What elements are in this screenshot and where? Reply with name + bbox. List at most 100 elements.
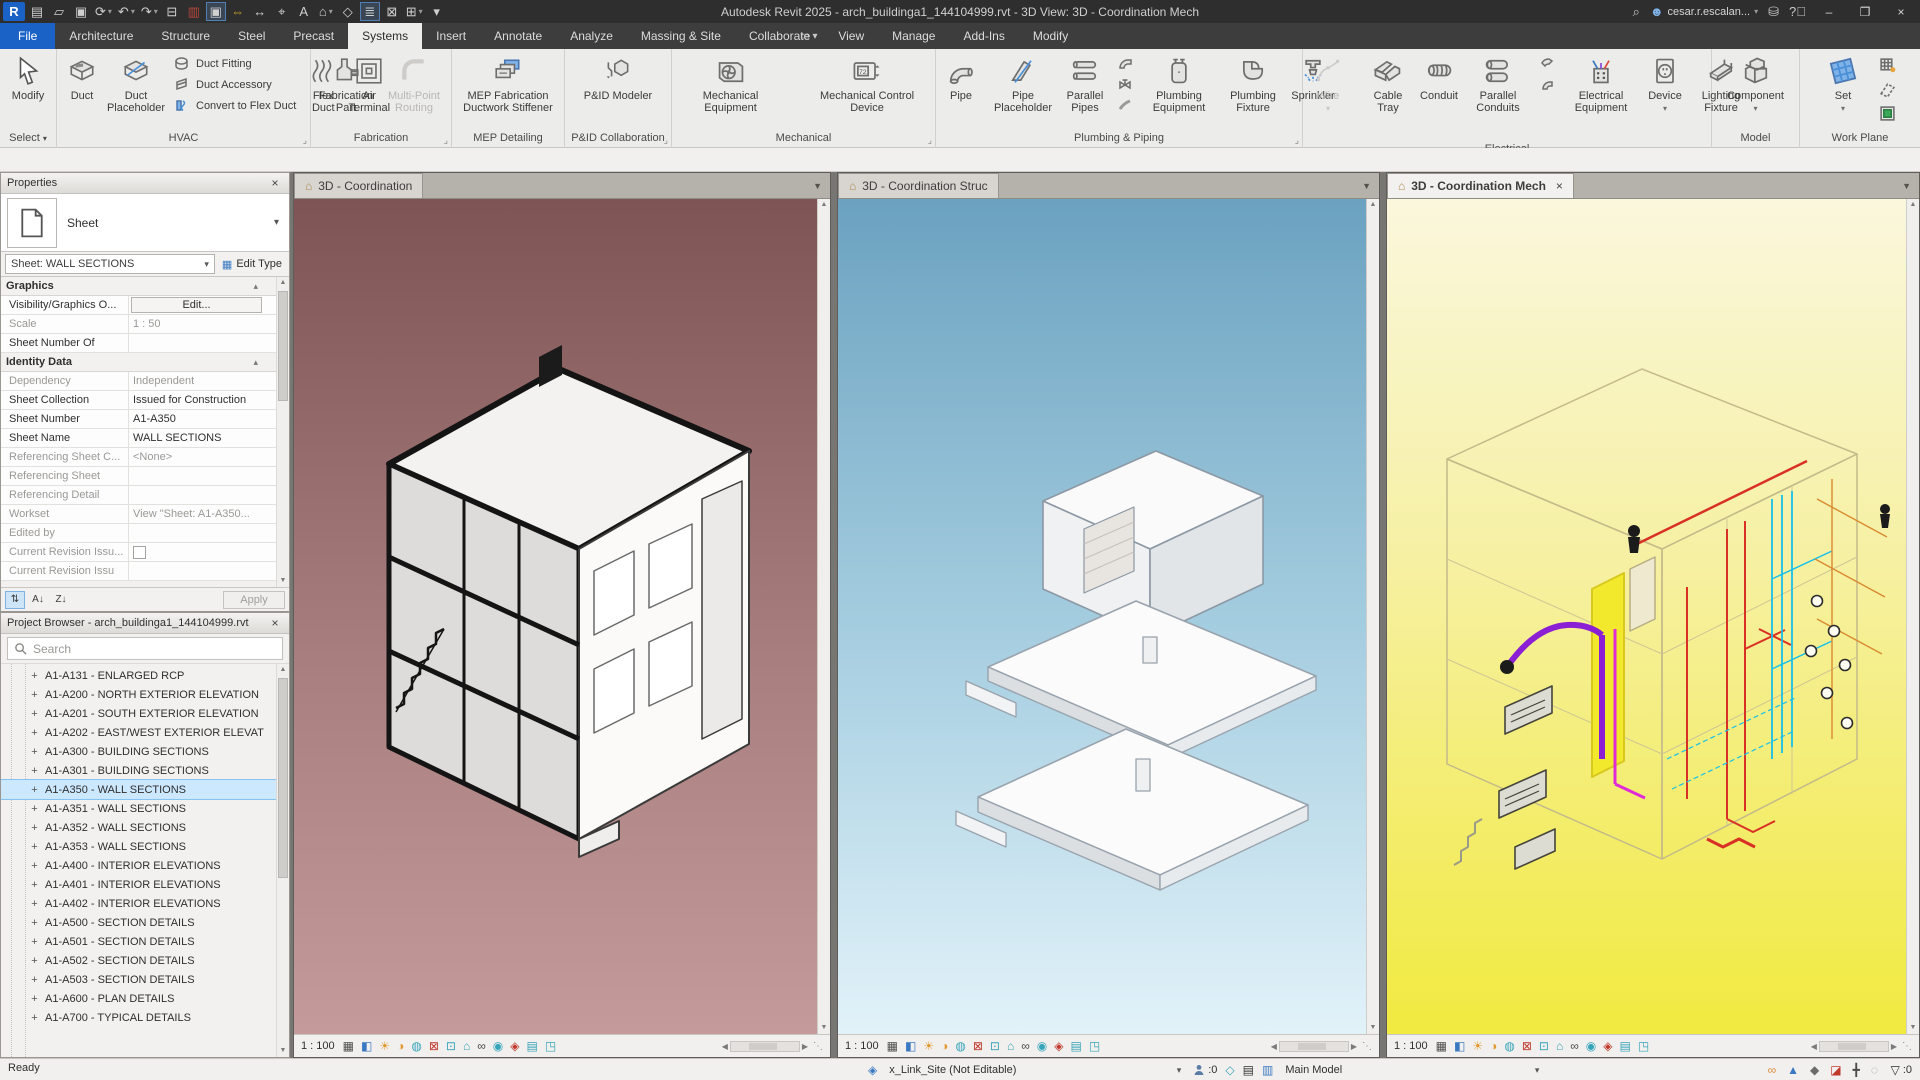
scroll-down-icon[interactable]: ▼ [1367, 1022, 1379, 1034]
displacement-icon[interactable]: ◳ [1638, 1040, 1649, 1052]
horizontal-scrollbar[interactable] [729, 1040, 800, 1052]
expand-icon[interactable] [29, 936, 40, 948]
temporary-hide-isolate-icon[interactable]: ∞ [477, 1040, 486, 1052]
temporary-view-properties-icon[interactable]: ▤ [1619, 1040, 1630, 1052]
worksharing-display-icon[interactable]: ◈ [510, 1040, 519, 1052]
close-icon[interactable]: × [267, 616, 283, 630]
sheet-item[interactable]: A1-A200 - NORTH EXTERIOR ELEVATION [1, 685, 276, 704]
switch-windows-icon[interactable]: ⊞ [404, 2, 425, 21]
tab-precast[interactable]: Precast [279, 23, 348, 49]
resize-grip-icon[interactable]: ⋱ [813, 1041, 823, 1052]
crop-view-icon[interactable]: ⊠ [1522, 1040, 1532, 1052]
view-scale[interactable]: 1 : 100 [1394, 1040, 1428, 1052]
filter-icon[interactable]: ▽ [1891, 1064, 1900, 1076]
browser-search-input[interactable]: Search [7, 637, 283, 660]
chevron-down-icon[interactable]: ▾ [274, 217, 283, 228]
expand-icon[interactable] [29, 879, 40, 891]
collapse-icon[interactable]: ▴ [253, 353, 258, 372]
show-work-plane-icon[interactable] [1877, 56, 1897, 74]
scroll-up-icon[interactable]: ▲ [818, 199, 830, 211]
panel-footer-work-plane[interactable]: Work Plane [1800, 131, 1920, 148]
panel-footer-plumbing[interactable]: Plumbing & Piping ⌟ [936, 131, 1302, 148]
temporary-hide-isolate-icon[interactable]: ∞ [1570, 1040, 1579, 1052]
section-graphics[interactable]: Graphics ▴ [1, 277, 276, 296]
multi-point-routing-button[interactable]: Multi-Point Routing [379, 52, 449, 114]
pipe-accessory-icon[interactable] [1115, 75, 1135, 93]
scrollbar-thumb[interactable] [278, 678, 288, 878]
expand-icon[interactable] [29, 898, 40, 910]
select-pinned-elements-icon[interactable]: ◆ [1810, 1064, 1819, 1076]
tab-insert[interactable]: Insert [422, 23, 480, 49]
help-icon[interactable]: ?⃝ [1789, 4, 1806, 19]
sheet-item[interactable]: A1-A353 - WALL SECTIONS [1, 837, 276, 856]
account-menu[interactable]: ☻ cesar.r.escalan... ▾ [1650, 4, 1758, 19]
default-3d-view-icon[interactable]: ⌂ [316, 2, 336, 21]
panel-footer-mep-detailing[interactable]: MEP Detailing [452, 131, 564, 148]
section-icon[interactable]: ◇ [338, 2, 358, 21]
collapse-icon[interactable]: ▴ [253, 277, 258, 296]
electrical-equipment-button[interactable]: Electrical Equipment [1565, 52, 1637, 114]
tab-view[interactable]: View [824, 23, 878, 49]
conduit-button[interactable]: Conduit [1416, 52, 1462, 102]
vertical-scrollbar[interactable]: ▲ ▼ [1906, 199, 1919, 1034]
scroll-up-icon[interactable]: ▲ [1367, 199, 1379, 211]
expand-icon[interactable] [29, 917, 40, 929]
expand-icon[interactable] [29, 765, 40, 777]
reveal-hidden-elements-icon[interactable]: ◉ [493, 1040, 503, 1052]
detail-level-icon[interactable]: ▦ [887, 1040, 898, 1052]
horizontal-scrollbar[interactable] [1278, 1040, 1349, 1052]
unlock-3d-view-icon[interactable]: ⌂ [1007, 1040, 1014, 1052]
scroll-up-icon[interactable]: ▲ [277, 277, 289, 289]
dialog-launcher-icon[interactable]: ⌟ [1295, 133, 1299, 148]
property-row-sheet-collection[interactable]: Sheet Collection Issued for Construction [1, 391, 276, 410]
customize-qat-icon[interactable]: ▾ [427, 2, 447, 21]
expand-icon[interactable] [29, 708, 40, 720]
view-tab-menu-icon[interactable]: ▼ [1894, 181, 1919, 191]
sort-ascending-icon[interactable]: A↓ [28, 591, 48, 609]
expand-icon[interactable] [29, 746, 40, 758]
sheet-item[interactable]: A1-A300 - BUILDING SECTIONS [1, 742, 276, 761]
horizontal-scrollbar[interactable] [1818, 1040, 1889, 1052]
revit-logo[interactable]: R [3, 2, 25, 21]
unlock-3d-view-icon[interactable]: ⌂ [1556, 1040, 1563, 1052]
property-row-current-revision-issued[interactable]: Current Revision Issu... [1, 543, 276, 562]
property-row-referencing-sheet-c[interactable]: Referencing Sheet C... <None> [1, 448, 276, 467]
app-store-icon[interactable]: ⛁ [1768, 4, 1779, 20]
section-box-icon[interactable]: ▣ [205, 2, 226, 21]
property-row-workset[interactable]: Workset View "Sheet: A1-A350... [1, 505, 276, 524]
visual-style-icon[interactable]: ◧ [905, 1040, 916, 1052]
panel-footer-pid[interactable]: P&ID Collaboration ⌟ [565, 131, 671, 148]
duct-fitting-button[interactable]: Duct Fitting [171, 53, 296, 74]
modify-button[interactable]: Modify [5, 52, 51, 102]
mechanical-equipment-button[interactable]: Mechanical Equipment [674, 52, 787, 114]
expand-icon[interactable] [29, 955, 40, 967]
pipe-button[interactable]: Pipe [938, 52, 984, 102]
plumbing-equipment-button[interactable]: Plumbing Equipment [1142, 52, 1216, 114]
shadows-icon[interactable]: ◑ [397, 1040, 404, 1052]
tab-systems[interactable]: Systems [348, 23, 423, 49]
sort-default-icon[interactable]: ⇅ [5, 590, 25, 609]
mechanical-control-device-button[interactable]: 72 Mechanical Control Device [801, 52, 933, 114]
scroll-right-icon[interactable]: ▶ [1351, 1042, 1357, 1051]
editable-only-indicator[interactable]: :0 [1193, 1064, 1217, 1076]
expand-icon[interactable] [29, 727, 40, 739]
expand-icon[interactable] [29, 822, 40, 834]
thin-lines-icon[interactable]: ≣ [359, 2, 380, 21]
section-identity-data[interactable]: Identity Data ▴ [1, 353, 276, 372]
sheet-item[interactable]: A1-A501 - SECTION DETAILS [1, 932, 276, 951]
sync-with-central-icon[interactable]: ⟳ [93, 2, 114, 21]
close-button[interactable]: × [1888, 5, 1914, 19]
panel-footer-select[interactable]: Select ▾ [0, 131, 56, 148]
save-icon[interactable]: ▣ [71, 2, 91, 21]
work-plane-viewer-icon[interactable] [1877, 104, 1897, 122]
tab-annotate[interactable]: Annotate [480, 23, 556, 49]
type-selector-field[interactable]: Sheet: WALL SECTIONS ▾ [5, 254, 215, 274]
tab-manage[interactable]: Manage [878, 23, 949, 49]
sheet-item[interactable]: A1-A352 - WALL SECTIONS [1, 818, 276, 837]
reveal-hidden-elements-icon[interactable]: ◉ [1586, 1040, 1596, 1052]
view-tab-coordination-struc[interactable]: ⌂ 3D - Coordination Struc [838, 173, 999, 198]
fabrication-part-button[interactable]: Fabrication Part [313, 52, 379, 114]
project-browser-header[interactable]: Project Browser - arch_buildinga1_144104… [1, 613, 289, 634]
view-scale[interactable]: 1 : 100 [845, 1040, 879, 1052]
scroll-right-icon[interactable]: ▶ [802, 1042, 808, 1051]
